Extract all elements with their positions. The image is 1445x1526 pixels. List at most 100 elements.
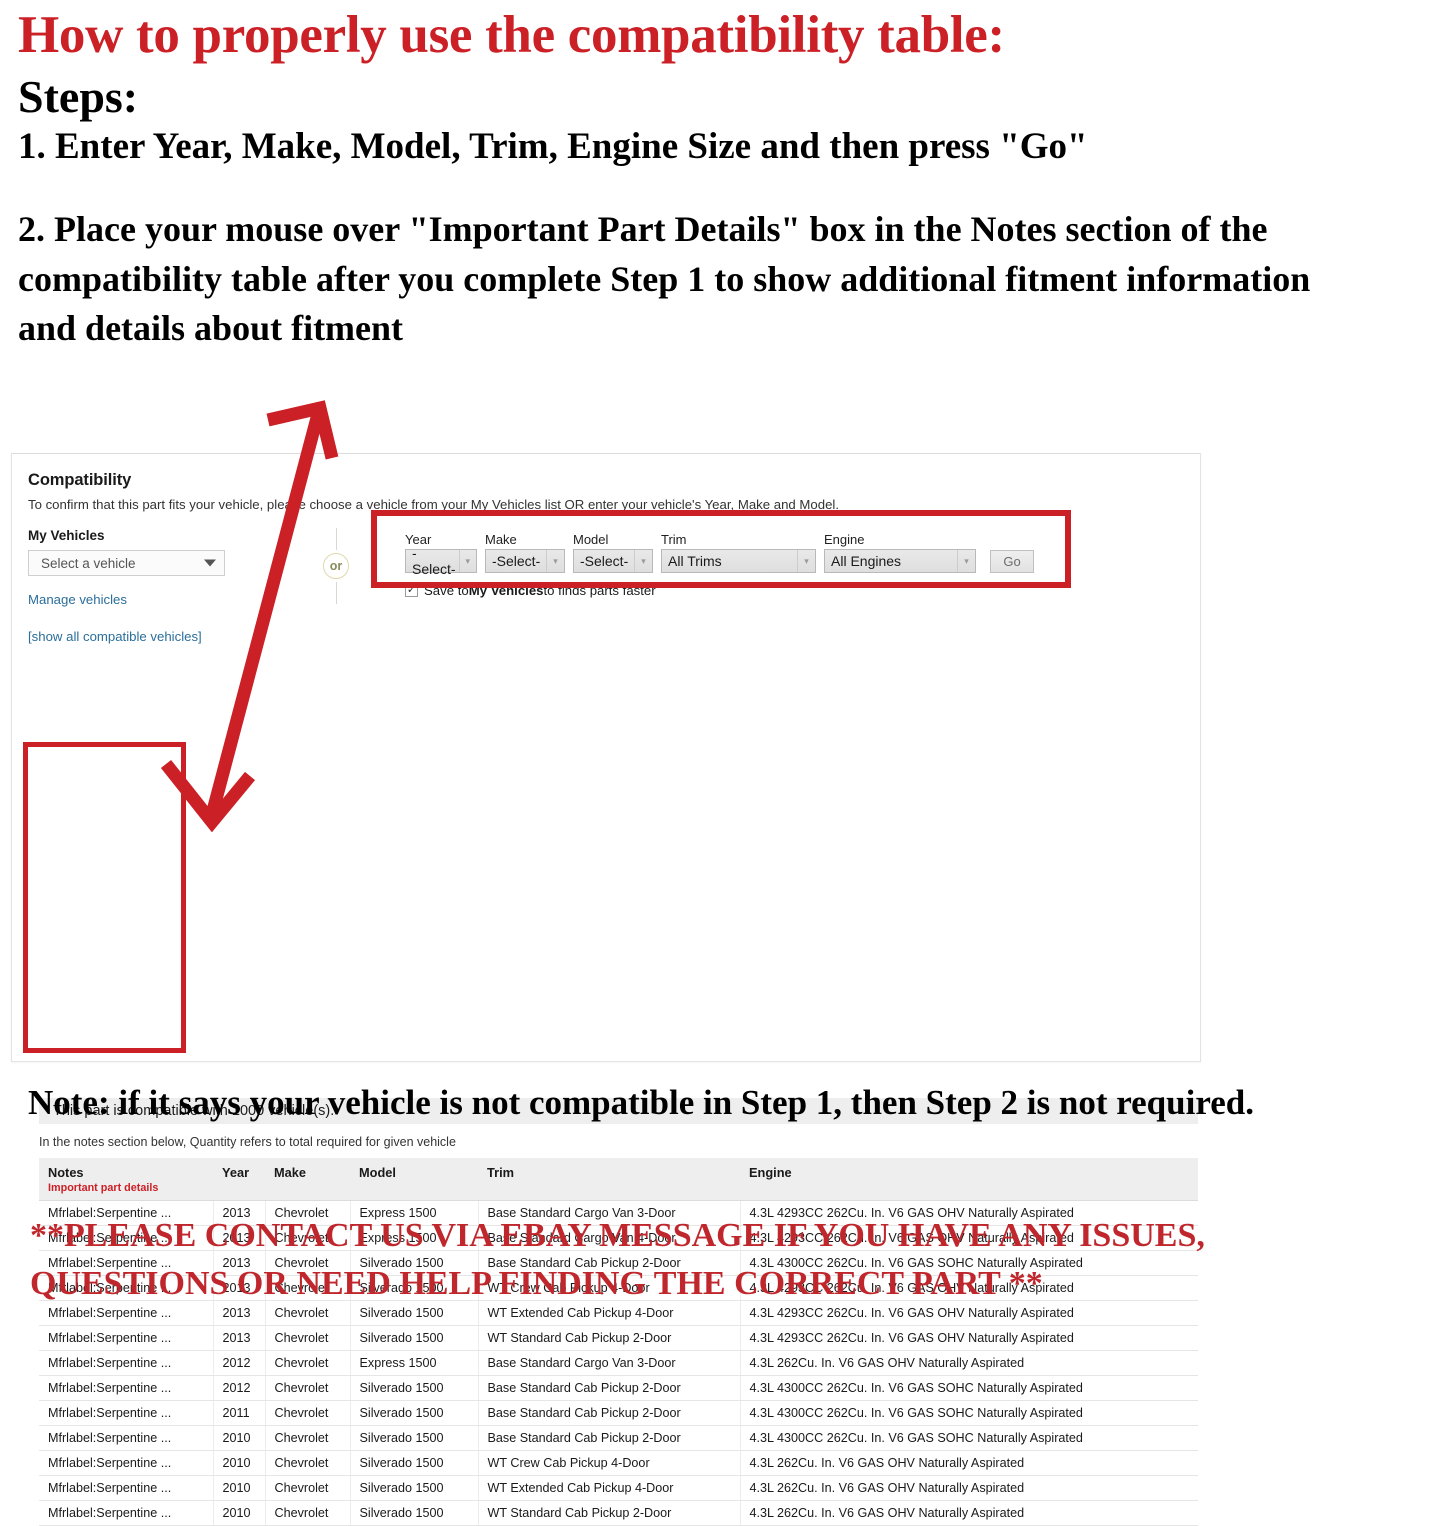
cell-engine: 4.3L 4293CC 262Cu. In. V6 GAS OHV Natura… xyxy=(740,1325,1198,1351)
trim-select-value: All Trims xyxy=(668,553,722,569)
column-header-model: Model xyxy=(350,1158,478,1201)
or-divider-line-top xyxy=(335,528,337,550)
cell-notes[interactable]: Mfrlabel:Serpentine ... xyxy=(39,1450,214,1476)
or-divider-line-bottom xyxy=(335,582,337,604)
engine-select[interactable]: All Engines ▾ xyxy=(824,549,976,573)
cell-trim: Base Standard Cab Pickup 2-Door xyxy=(478,1425,741,1451)
my-vehicles-column: My Vehicles Select a vehicle Manage vehi… xyxy=(28,526,296,644)
table-row: Mfrlabel:Serpentine ... 2011 Chevrolet Silv… xyxy=(39,1400,1198,1426)
table-row: Mfrlabel:Serpentine ... 2010 Chevrolet Silv… xyxy=(39,1475,1198,1501)
cell-year: 2010 xyxy=(213,1450,266,1476)
compatibility-subtitle: To confirm that this part fits your vehi… xyxy=(28,497,839,512)
make-select-value: -Select- xyxy=(492,553,541,569)
column-header-year: Year xyxy=(213,1158,265,1201)
make-select[interactable]: -Select- ▾ xyxy=(485,549,565,573)
year-select[interactable]: -Select- ▾ xyxy=(405,545,477,577)
cell-year: 2012 xyxy=(213,1375,266,1401)
save-vehicle-checkbox[interactable]: ✓ xyxy=(405,584,418,597)
make-label: Make xyxy=(485,532,517,547)
cell-notes[interactable]: Mfrlabel:Serpentine ... xyxy=(39,1425,214,1451)
model-select[interactable]: -Select- ▾ xyxy=(573,549,653,573)
notes-quantity-hint: In the notes section below, Quantity ref… xyxy=(39,1135,456,1149)
cell-year: 2010 xyxy=(213,1425,266,1451)
cell-model: Silverado 1500 xyxy=(350,1425,479,1451)
footer-contact: **PLEASE CONTACT US VIA EBAY MESSAGE IF … xyxy=(30,1217,1205,1303)
important-part-details-label[interactable]: Important part details xyxy=(48,1182,205,1194)
cell-year: 2013 xyxy=(213,1325,266,1351)
cell-model: Silverado 1500 xyxy=(350,1400,479,1426)
cell-year: 2012 xyxy=(213,1350,266,1376)
arrow-head-top xyxy=(266,400,339,460)
trim-field-group: Trim All Trims ▾ xyxy=(661,532,816,573)
step-one-text: 1. Enter Year, Make, Model, Trim, Engine… xyxy=(18,126,1088,168)
column-header-notes: Notes Important part details xyxy=(39,1158,213,1201)
steps-label: Steps: xyxy=(18,70,139,122)
column-header-trim: Trim xyxy=(478,1158,740,1201)
cell-make: Chevrolet xyxy=(265,1450,351,1476)
trim-select[interactable]: All Trims ▾ xyxy=(661,549,816,573)
chevron-down-icon: ▾ xyxy=(957,550,975,572)
table-row: Mfrlabel:Serpentine ... 2012 Chevrolet Silv… xyxy=(39,1375,1198,1401)
cell-engine: 4.3L 262Cu. In. V6 GAS OHV Naturally Asp… xyxy=(740,1475,1198,1501)
vehicle-select-dropdown[interactable]: Select a vehicle xyxy=(28,550,225,576)
cell-model: Silverado 1500 xyxy=(350,1500,479,1526)
cell-notes[interactable]: Mfrlabel:Serpentine ... xyxy=(39,1350,214,1376)
save-text-bold: My Vehicles xyxy=(468,583,544,598)
cell-trim: WT Extended Cab Pickup 4-Door xyxy=(478,1475,741,1501)
cell-model: Silverado 1500 xyxy=(350,1450,479,1476)
page-title: How to properly use the compatibility ta… xyxy=(18,6,1005,64)
column-header-notes-label: Notes xyxy=(48,1165,84,1180)
compatibility-form-row: My Vehicles Select a vehicle Manage vehi… xyxy=(28,526,1184,644)
cell-make: Chevrolet xyxy=(265,1500,351,1526)
cell-model: Silverado 1500 xyxy=(350,1325,479,1351)
cell-year: 2011 xyxy=(213,1400,266,1426)
chevron-down-icon: ▾ xyxy=(458,550,476,572)
engine-label: Engine xyxy=(824,532,865,547)
cell-engine: 4.3L 4300CC 262Cu. In. V6 GAS SOHC Natur… xyxy=(740,1425,1198,1451)
cell-engine: 4.3L 262Cu. In. V6 GAS OHV Naturally Asp… xyxy=(740,1350,1198,1376)
compatibility-panel: Compatibility To confirm that this part … xyxy=(11,453,1201,1526)
cell-make: Chevrolet xyxy=(265,1475,351,1501)
cell-model: Express 1500 xyxy=(350,1350,479,1376)
engine-field-group: Engine All Engines ▾ xyxy=(824,532,976,573)
cell-make: Chevrolet xyxy=(265,1350,351,1376)
compatibility-heading: Compatibility xyxy=(28,471,132,489)
cell-notes[interactable]: Mfrlabel:Serpentine ... xyxy=(39,1375,214,1401)
step-two-text: 2. Place your mouse over "Important Part… xyxy=(18,208,1311,349)
cell-trim: WT Crew Cab Pickup 4-Door xyxy=(478,1450,741,1476)
fitment-table-head: Notes Important part details Year Make M… xyxy=(39,1158,1198,1201)
year-field-group: Year -Select- ▾ xyxy=(405,532,477,577)
manage-vehicles-link[interactable]: Manage vehicles xyxy=(28,592,296,607)
show-all-compatible-vehicles-link[interactable]: [show all compatible vehicles] xyxy=(28,629,296,644)
save-text-after: to finds parts faster xyxy=(543,583,656,598)
footer-note: Note: if it says your vehicle is not com… xyxy=(28,1083,1254,1122)
chevron-down-icon: ▾ xyxy=(634,550,652,572)
cell-make: Chevrolet xyxy=(265,1400,351,1426)
table-row: Mfrlabel:Serpentine ... 2013 Chevrolet Silv… xyxy=(39,1325,1198,1351)
year-select-value: -Select- xyxy=(412,545,456,577)
cell-notes[interactable]: Mfrlabel:Serpentine ... xyxy=(39,1500,214,1526)
instructions-block: How to properly use the compatibility ta… xyxy=(18,6,1418,354)
column-header-make: Make xyxy=(265,1158,350,1201)
save-text-before: Save to xyxy=(424,583,469,598)
cell-notes[interactable]: Mfrlabel:Serpentine ... xyxy=(39,1400,214,1426)
cell-trim: Base Standard Cab Pickup 2-Door xyxy=(478,1400,741,1426)
cell-make: Chevrolet xyxy=(265,1375,351,1401)
cell-year: 2010 xyxy=(213,1475,266,1501)
cell-model: Silverado 1500 xyxy=(350,1475,479,1501)
table-row: Mfrlabel:Serpentine ... 2010 Chevrolet Silv… xyxy=(39,1450,1198,1476)
cell-make: Chevrolet xyxy=(265,1325,351,1351)
model-field-group: Model -Select- ▾ xyxy=(573,532,653,573)
cell-engine: 4.3L 262Cu. In. V6 GAS OHV Naturally Asp… xyxy=(740,1450,1198,1476)
or-divider: or xyxy=(296,526,376,604)
table-header-row: Notes Important part details Year Make M… xyxy=(39,1158,1198,1201)
make-field-group: Make -Select- ▾ xyxy=(485,532,565,573)
column-header-engine: Engine xyxy=(740,1158,1198,1201)
cell-trim: WT Standard Cab Pickup 2-Door xyxy=(478,1325,741,1351)
cell-notes[interactable]: Mfrlabel:Serpentine ... xyxy=(39,1475,214,1501)
go-button[interactable]: Go xyxy=(990,550,1034,573)
cell-notes[interactable]: Mfrlabel:Serpentine ... xyxy=(39,1325,214,1351)
my-vehicles-label: My Vehicles xyxy=(28,528,105,543)
chevron-down-icon: ▾ xyxy=(797,550,815,572)
table-row: Mfrlabel:Serpentine ... 2010 Chevrolet Silv… xyxy=(39,1425,1198,1451)
